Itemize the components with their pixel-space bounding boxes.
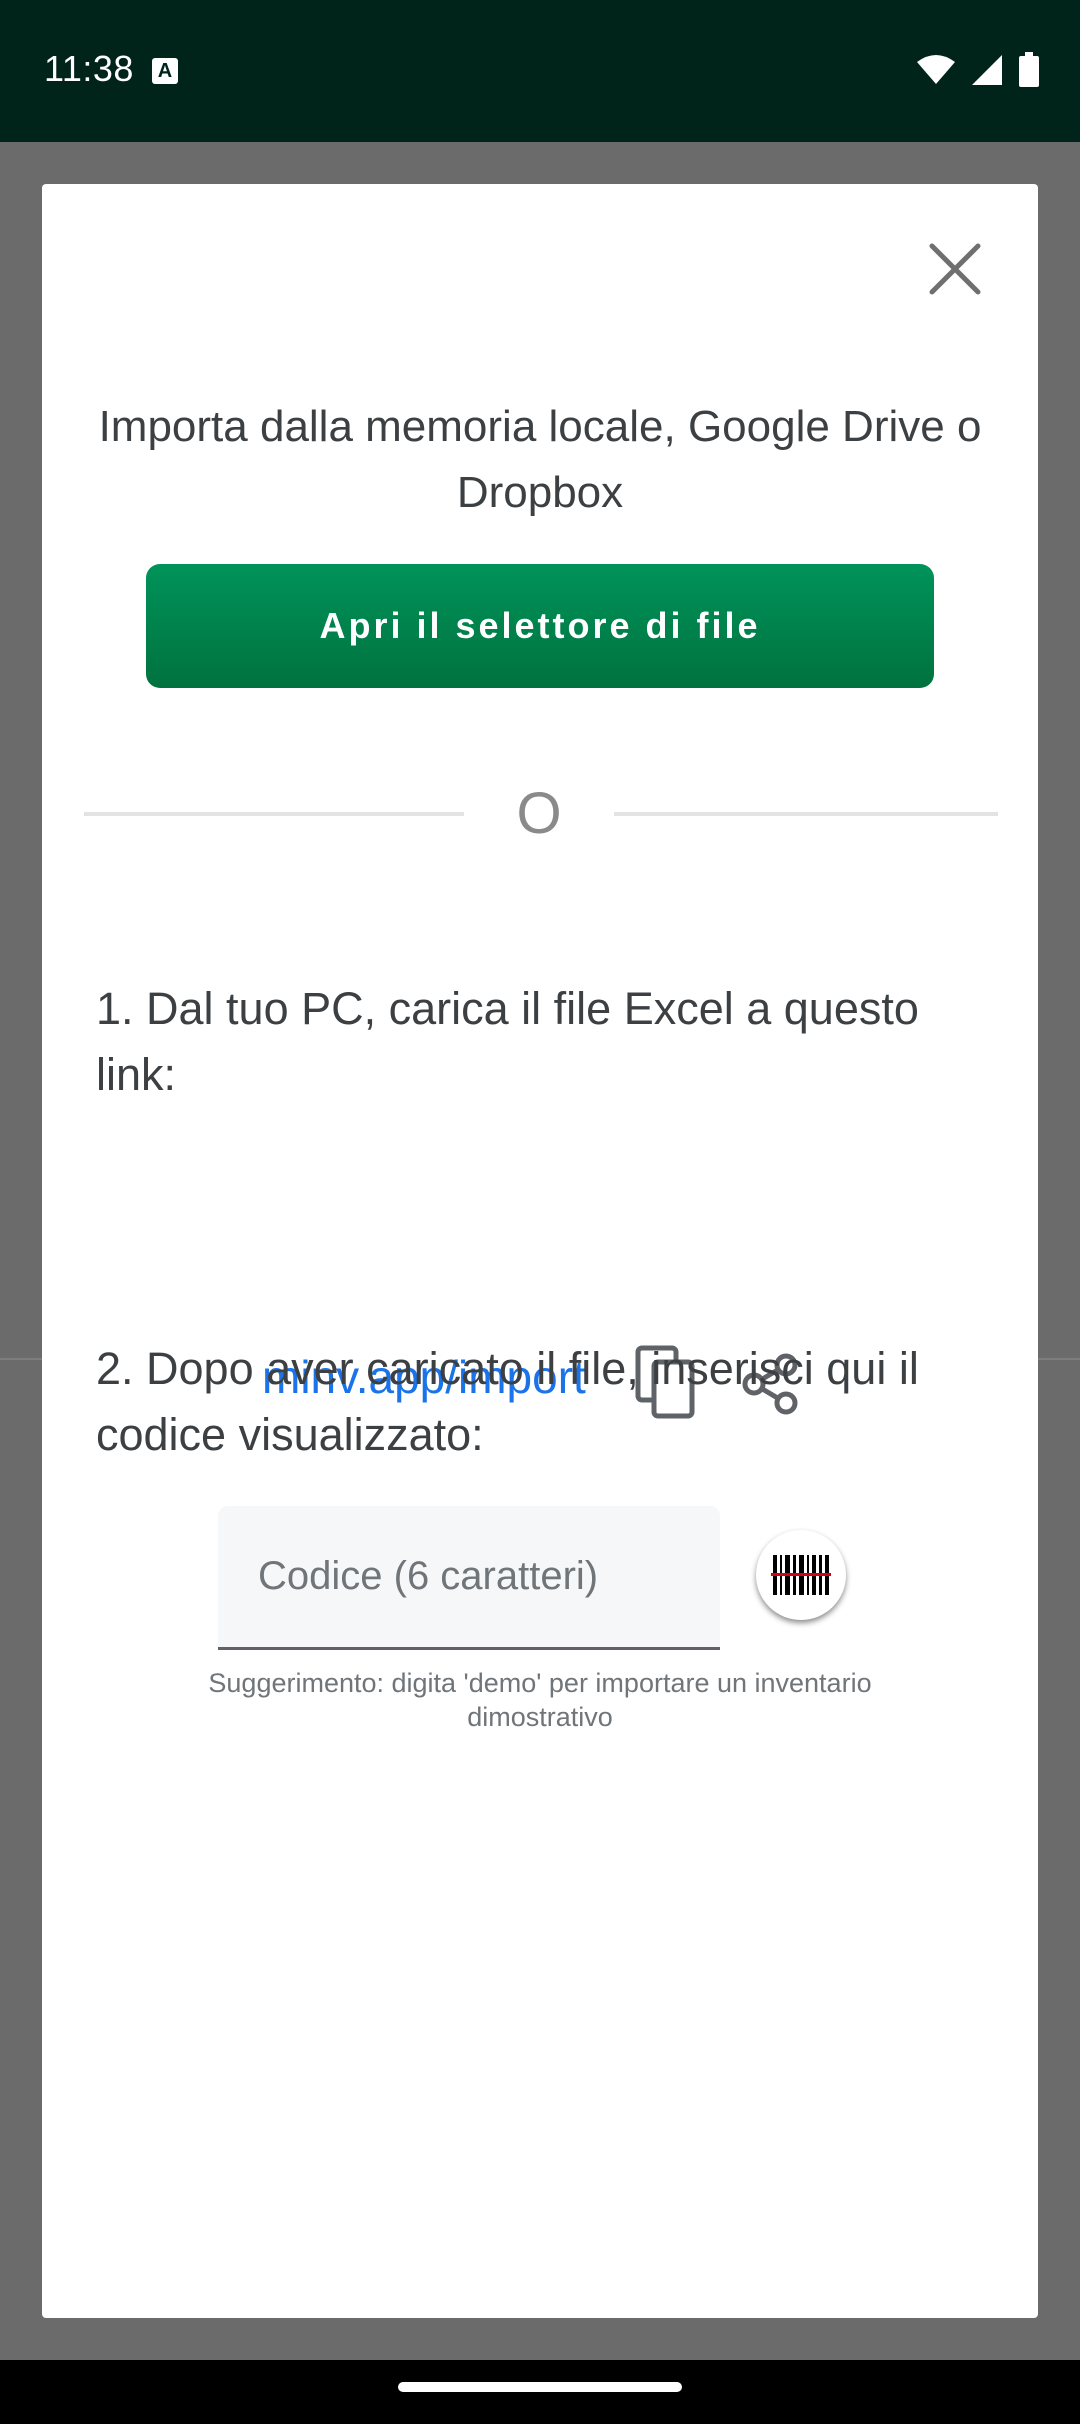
status-time: 11:38 (44, 48, 134, 89)
intro-text: Importa dalla memoria locale, Google Dri… (98, 402, 982, 517)
import-dialog: Importa dalla memoria locale, Google Dri… (42, 184, 1038, 2318)
divider-label: O (516, 781, 562, 846)
status-bar: 11:38 A (0, 0, 1080, 142)
step-2-text: 2. Dopo aver caricato il file, inserisci… (96, 1343, 919, 1460)
signal-icon (972, 55, 1002, 85)
status-icons (916, 52, 1040, 88)
step-1-text: 1. Dal tuo PC, carica il file Excel a qu… (96, 983, 919, 1100)
wifi-icon (917, 55, 955, 84)
divider-left (84, 812, 464, 816)
home-gesture-handle[interactable] (398, 2382, 682, 2392)
notification-a-icon: A (152, 58, 178, 84)
scan-barcode-button[interactable] (756, 1530, 846, 1620)
navigation-bar (0, 2360, 1080, 2424)
hint-text: Suggerimento: digita 'demo' per importar… (208, 1668, 872, 1732)
close-icon (929, 243, 981, 295)
open-file-picker-button[interactable]: Apri il selettore di file (146, 564, 934, 688)
divider-right (614, 812, 998, 816)
code-input[interactable] (218, 1506, 720, 1650)
close-button[interactable] (920, 234, 990, 304)
barcode-scanner-icon (771, 1555, 831, 1595)
battery-icon (1019, 52, 1039, 87)
